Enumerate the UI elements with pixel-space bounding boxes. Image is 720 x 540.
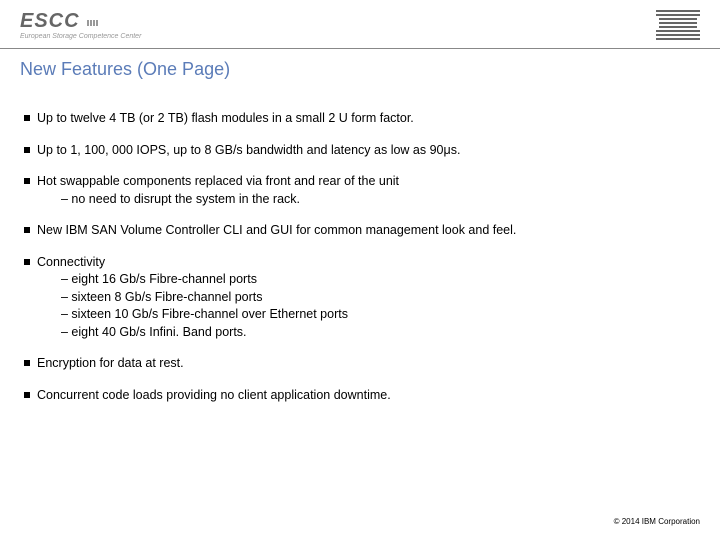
escc-subtitle: European Storage Competence Center xyxy=(20,33,141,40)
bullet-icon xyxy=(24,147,30,153)
escc-logo: ESCC European Storage Competence Center xyxy=(20,11,141,40)
list-item: Up to 1, 100, 000 IOPS, up to 8 GB/s ban… xyxy=(24,142,696,160)
bullet-main: New IBM SAN Volume Controller CLI and GU… xyxy=(37,223,516,237)
bullet-icon xyxy=(24,178,30,184)
bullet-text: Encryption for data at rest. xyxy=(37,355,696,373)
list-item: Hot swappable components replaced via fr… xyxy=(24,173,696,208)
bullet-text: Connectivity – eight 16 Gb/s Fibre-chann… xyxy=(37,254,696,342)
bullet-icon xyxy=(24,227,30,233)
escc-bars-icon xyxy=(86,14,98,30)
copyright-footer: © 2014 IBM Corporation xyxy=(614,517,700,526)
bullet-text: Up to twelve 4 TB (or 2 TB) flash module… xyxy=(37,110,696,128)
bullet-icon xyxy=(24,392,30,398)
bullet-main: Hot swappable components replaced via fr… xyxy=(37,174,399,188)
bullet-text: New IBM SAN Volume Controller CLI and GU… xyxy=(37,222,696,240)
list-item: Up to twelve 4 TB (or 2 TB) flash module… xyxy=(24,110,696,128)
escc-logo-text: ESCC xyxy=(20,10,80,32)
bullet-sub: – eight 40 Gb/s Infini. Band ports. xyxy=(37,324,696,342)
slide-header: ESCC European Storage Competence Center xyxy=(0,0,720,49)
list-item: New IBM SAN Volume Controller CLI and GU… xyxy=(24,222,696,240)
list-item: Connectivity – eight 16 Gb/s Fibre-chann… xyxy=(24,254,696,342)
bullet-main: Up to 1, 100, 000 IOPS, up to 8 GB/s ban… xyxy=(37,143,460,157)
page-title: New Features (One Page) xyxy=(0,49,720,80)
bullet-icon xyxy=(24,360,30,366)
bullet-main: Connectivity xyxy=(37,255,105,269)
bullet-main: Up to twelve 4 TB (or 2 TB) flash module… xyxy=(37,111,414,125)
bullet-sub: – sixteen 8 Gb/s Fibre-channel ports xyxy=(37,289,696,307)
bullet-text: Hot swappable components replaced via fr… xyxy=(37,173,696,208)
content-area: Up to twelve 4 TB (or 2 TB) flash module… xyxy=(0,80,720,404)
bullet-icon xyxy=(24,115,30,121)
bullet-text: Concurrent code loads providing no clien… xyxy=(37,387,696,405)
ibm-logo-icon xyxy=(656,10,700,40)
bullet-main: Encryption for data at rest. xyxy=(37,356,184,370)
bullet-icon xyxy=(24,259,30,265)
list-item: Encryption for data at rest. xyxy=(24,355,696,373)
bullet-sub: – eight 16 Gb/s Fibre-channel ports xyxy=(37,271,696,289)
bullet-sub: – no need to disrupt the system in the r… xyxy=(37,191,696,209)
bullet-main: Concurrent code loads providing no clien… xyxy=(37,388,391,402)
list-item: Concurrent code loads providing no clien… xyxy=(24,387,696,405)
bullet-sub: – sixteen 10 Gb/s Fibre-channel over Eth… xyxy=(37,306,696,324)
bullet-text: Up to 1, 100, 000 IOPS, up to 8 GB/s ban… xyxy=(37,142,696,160)
